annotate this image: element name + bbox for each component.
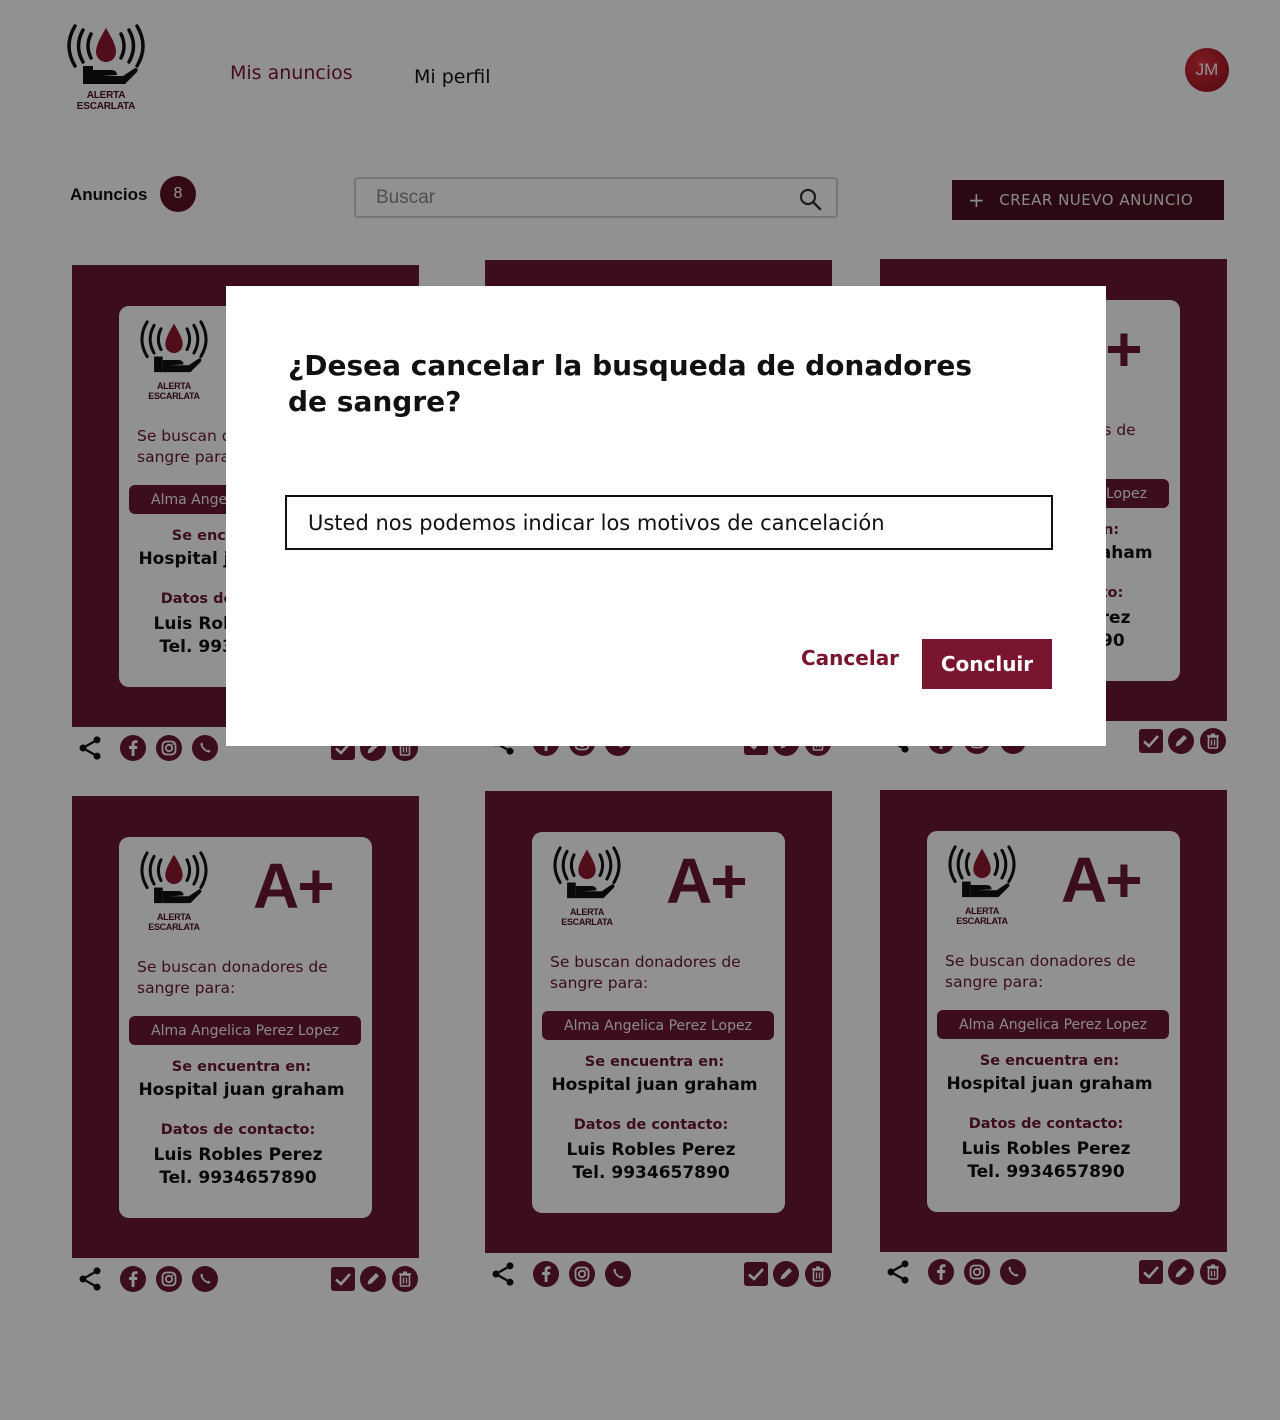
- cancel-search-dialog: ¿Desea cancelar la busqueda de donadores…: [226, 286, 1106, 746]
- confirm-button[interactable]: Concluir: [922, 639, 1052, 689]
- dialog-title: ¿Desea cancelar la busqueda de donadores…: [288, 349, 973, 418]
- page: ALERTA ESCARLATA Mis anuncios Mi perfil …: [0, 0, 1280, 1420]
- cancel-button[interactable]: Cancelar: [801, 646, 899, 670]
- cancel-reason-input[interactable]: [285, 495, 1053, 550]
